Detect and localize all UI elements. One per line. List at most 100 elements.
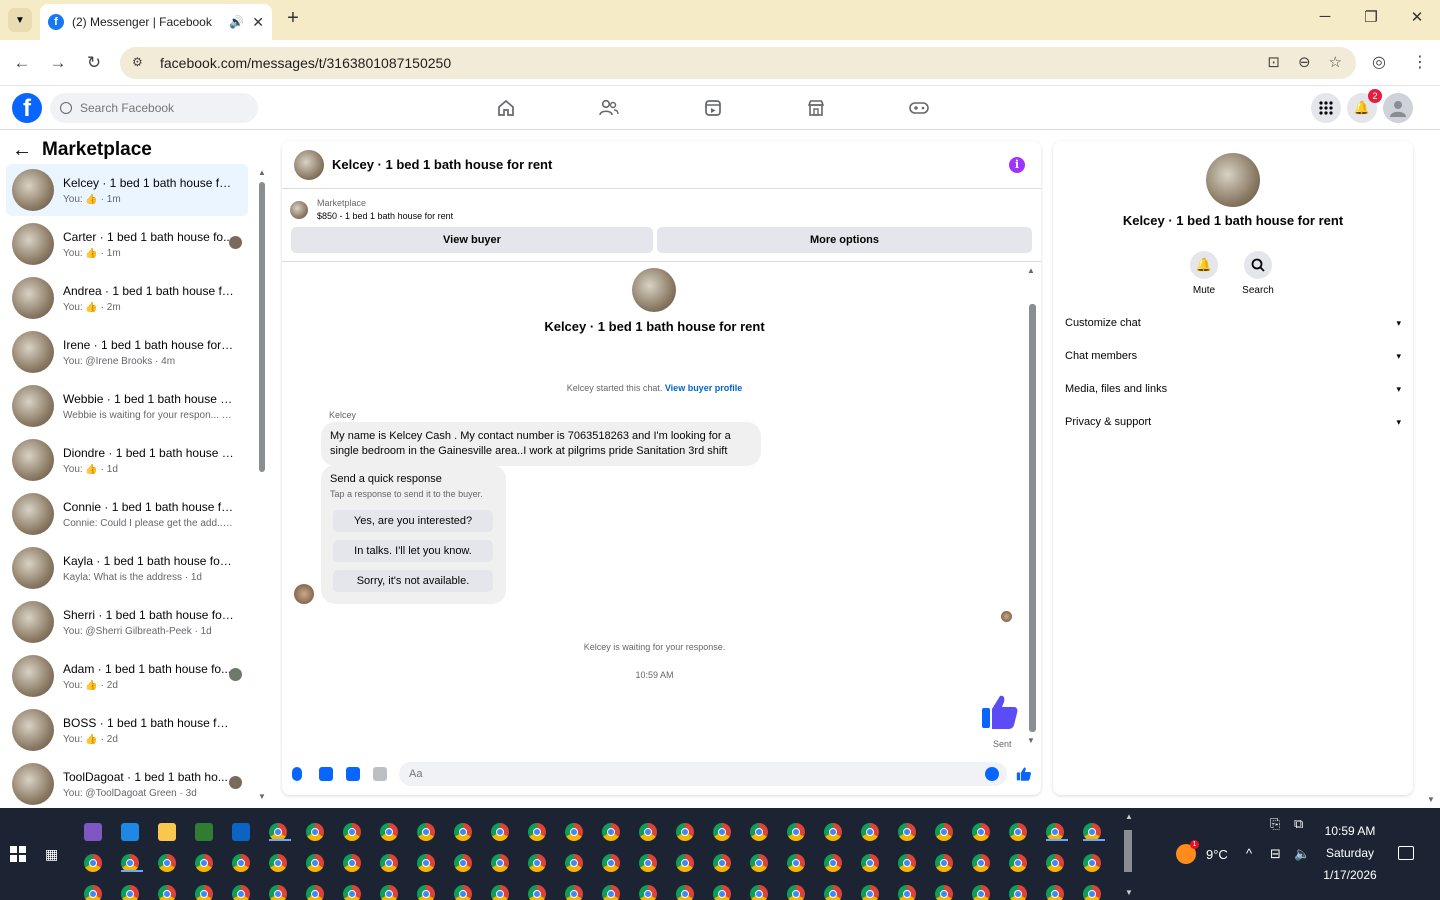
chrome-window-icon[interactable] — [898, 885, 916, 900]
scroll-up-icon[interactable]: ▲ — [258, 168, 266, 177]
quick-response-button[interactable]: Sorry, it's not available. — [333, 570, 493, 592]
account-avatar[interactable] — [1383, 93, 1413, 123]
chrome-window-icon[interactable] — [380, 885, 398, 900]
scroll-down-icon[interactable]: ▼ — [1125, 888, 1133, 897]
message-input[interactable] — [409, 768, 969, 780]
windows-start-icon[interactable] — [10, 846, 26, 862]
chrome-window-icon[interactable] — [491, 854, 509, 872]
sender-avatar[interactable] — [294, 584, 314, 604]
conversation-item[interactable]: ToolDagoat · 1 bed 1 bath ho... You: @Too… — [6, 758, 248, 806]
chrome-window-icon[interactable] — [602, 854, 620, 872]
conversation-item[interactable]: Connie · 1 bed 1 bath house for ... Conni… — [6, 488, 248, 540]
chrome-window-icon[interactable] — [528, 823, 546, 841]
info-icon[interactable]: i — [1009, 157, 1025, 173]
chrome-window-icon[interactable] — [454, 823, 472, 841]
chrome-window-icon[interactable] — [1083, 885, 1101, 900]
tray-chevron-icon[interactable]: ^ — [1246, 846, 1252, 861]
facebook-search[interactable] — [50, 93, 258, 123]
chrome-window-icon[interactable] — [306, 823, 324, 841]
network-icon[interactable]: ⊟ — [1270, 846, 1281, 862]
media-files-links-section[interactable]: Media, files and links ▾ — [1065, 378, 1401, 400]
sticker-icon[interactable] — [346, 767, 360, 781]
chrome-window-icon[interactable] — [343, 854, 361, 872]
chrome-window-icon[interactable] — [861, 885, 879, 900]
conversation-item[interactable]: Diondre · 1 bed 1 bath house fo... You: 👍… — [6, 434, 248, 486]
chrome-window-icon[interactable] — [380, 854, 398, 872]
facebook-logo[interactable]: f — [12, 93, 42, 123]
chrome-window-icon[interactable] — [787, 885, 805, 900]
chrome-window-icon[interactable] — [972, 854, 990, 872]
chrome-window-icon[interactable] — [861, 854, 879, 872]
chrome-window-icon[interactable] — [824, 885, 842, 900]
chrome-window-icon[interactable] — [713, 885, 731, 900]
photo-icon[interactable] — [319, 767, 333, 781]
pinned-app-icon[interactable] — [158, 823, 176, 841]
volume-icon[interactable]: 🔈 — [1294, 846, 1310, 862]
pinned-app-icon[interactable] — [232, 823, 250, 841]
chat-scrollbar[interactable]: ▲ ▼ — [1027, 266, 1037, 745]
zoom-icon[interactable]: ⊖ — [1298, 53, 1311, 71]
customize-chat-section[interactable]: Customize chat ▾ — [1065, 312, 1401, 334]
chrome-window-icon[interactable] — [824, 854, 842, 872]
chrome-window-icon[interactable] — [713, 854, 731, 872]
clock-time[interactable]: 10:59 AM — [1310, 824, 1390, 838]
screen-capture-icon[interactable]: ⧉ — [1294, 816, 1303, 832]
like-send-icon[interactable] — [1016, 766, 1032, 782]
weather-widget[interactable]: 1 9°C — [1176, 840, 1228, 864]
chrome-window-icon[interactable] — [195, 885, 213, 900]
chrome-window-icon[interactable] — [417, 854, 435, 872]
chrome-window-icon[interactable] — [565, 854, 583, 872]
minimize-button[interactable]: ─ — [1310, 8, 1340, 32]
chrome-window-icon[interactable] — [1083, 854, 1101, 872]
chrome-window-icon[interactable] — [1009, 854, 1027, 872]
scroll-down-icon[interactable]: ▼ — [1027, 736, 1035, 745]
marketplace-icon[interactable] — [804, 96, 828, 120]
address-bar[interactable]: ⚙ facebook.com/messages/t/31638010871502… — [120, 47, 1356, 79]
info-avatar[interactable] — [1206, 153, 1260, 207]
chrome-window-icon[interactable] — [935, 885, 953, 900]
chrome-window-icon[interactable] — [1009, 885, 1027, 900]
chrome-window-icon[interactable] — [343, 885, 361, 900]
clock-date[interactable]: 1/17/2026 — [1310, 868, 1390, 882]
chrome-window-icon[interactable] — [565, 823, 583, 841]
chrome-window-icon[interactable] — [750, 885, 768, 900]
pinned-app-icon[interactable] — [195, 823, 213, 841]
chrome-window-icon[interactable] — [380, 823, 398, 841]
chrome-window-icon[interactable] — [158, 885, 176, 900]
conversation-item[interactable]: Adam · 1 bed 1 bath house fo... You: 👍 · … — [6, 650, 248, 702]
scroll-up-icon[interactable]: ▲ — [1027, 266, 1035, 275]
chrome-window-icon[interactable] — [898, 823, 916, 841]
chrome-window-icon[interactable] — [269, 885, 287, 900]
conversation-item[interactable]: Sherri · 1 bed 1 bath house for r... You:… — [6, 596, 248, 648]
chrome-window-icon[interactable] — [935, 823, 953, 841]
message-input-box[interactable] — [399, 762, 1007, 786]
speaker-icon[interactable]: 🔊 — [229, 15, 244, 29]
install-app-icon[interactable]: ⊡ — [1267, 53, 1280, 71]
conversation-item[interactable]: Irene · 1 bed 1 bath house for re... You:… — [6, 326, 248, 378]
chrome-window-icon[interactable] — [565, 885, 583, 900]
task-view-icon[interactable]: ▦ — [45, 846, 61, 862]
chrome-window-icon[interactable] — [602, 885, 620, 900]
chrome-window-icon[interactable] — [972, 823, 990, 841]
chrome-window-icon[interactable] — [676, 885, 694, 900]
chrome-window-icon[interactable] — [639, 854, 657, 872]
chrome-window-icon[interactable] — [898, 854, 916, 872]
chrome-window-icon[interactable] — [121, 885, 139, 900]
active-tab[interactable]: f (2) Messenger | Facebook 🔊 ✕ — [40, 4, 272, 40]
tab-close-icon[interactable]: ✕ — [252, 14, 264, 31]
close-window-button[interactable]: ✕ — [1402, 8, 1432, 32]
view-buyer-profile-link[interactable]: View buyer profile — [665, 383, 742, 393]
chrome-window-icon[interactable] — [676, 854, 694, 872]
chrome-menu-icon[interactable]: ⋮ — [1412, 52, 1428, 72]
maximize-button[interactable]: ❐ — [1356, 8, 1386, 32]
chrome-window-icon[interactable] — [158, 854, 176, 872]
chrome-window-icon[interactable] — [528, 854, 546, 872]
scrollbar-thumb[interactable] — [259, 182, 265, 472]
gaming-icon[interactable] — [907, 96, 931, 120]
pinned-app-icon[interactable] — [121, 823, 139, 841]
pinned-app-icon[interactable] — [84, 823, 102, 841]
home-icon[interactable] — [494, 96, 518, 120]
chrome-window-icon[interactable] — [602, 823, 620, 841]
friends-icon[interactable] — [597, 96, 621, 120]
chrome-window-icon[interactable] — [750, 854, 768, 872]
